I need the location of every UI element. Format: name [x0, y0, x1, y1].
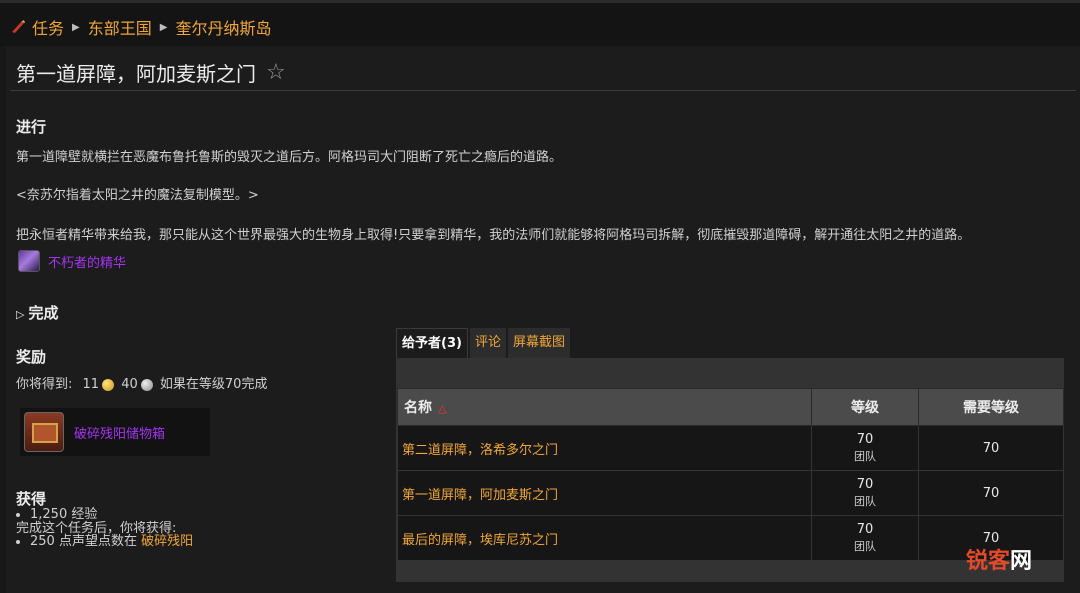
tab-comments[interactable]: 评论 — [469, 328, 506, 358]
progress-heading: 进行 — [16, 118, 47, 136]
progress-text-2: <奈苏尔指着太阳之井的魔法复制模型。> — [16, 188, 259, 203]
table-row: 最后的屏障，埃库尼苏之门 70 团队 70 — [397, 515, 1064, 561]
reward-condition: 如果在等级70完成 — [159, 377, 268, 392]
watermark-text: 锐客 — [965, 549, 1010, 574]
tab-bar: 给予者(3) 评论 屏幕截图 — [396, 328, 572, 359]
table-row: 第一道屏障，阿加麦斯之门 70 团队 70 — [397, 470, 1064, 516]
gold-amount: 11 — [82, 377, 100, 392]
breadcrumb-item-quests[interactable]: 任务 — [32, 15, 64, 39]
required-level: 70 — [918, 425, 1064, 471]
page-title: 第一道屏障，阿加麦斯之门 — [16, 62, 256, 86]
silver-amount: 40 — [121, 377, 138, 392]
table-row: 第二道屏障，洛希多尔之门 70 团队 70 — [397, 425, 1064, 471]
column-header-name-label: 名称 — [404, 400, 432, 416]
breadcrumb-item-queldanas[interactable]: 奎尔丹纳斯岛 — [175, 15, 271, 39]
level-value: 70 — [856, 477, 874, 492]
reward-money: 你将得到: 11 40 如果在等级70完成 — [16, 373, 267, 392]
breadcrumb-separator-icon: ▶ — [159, 21, 168, 33]
gain-text: 250 点声望点数在 — [30, 534, 137, 549]
progress-text-1: 第一道障壁就横拦在恶魔布鲁托鲁斯的毁灭之道后方。阿格玛司大门阻断了死亡之瘾后的道… — [16, 150, 563, 165]
level-value: 70 — [856, 522, 874, 537]
title-row: 第一道屏障，阿加麦斯之门 ☆ — [16, 58, 286, 87]
sort-up-icon: △ — [438, 402, 447, 415]
column-header-req-level[interactable]: 需要等级 — [918, 388, 1064, 426]
expand-triangle-icon: ▷ — [16, 308, 25, 321]
table-header-row: 名称 △ 等级 需要等级 — [397, 388, 1064, 426]
quest-name-link[interactable]: 第一道屏障，阿加麦斯之门 — [397, 470, 812, 516]
column-header-name[interactable]: 名称 △ — [397, 388, 812, 426]
quest-type: 团队 — [854, 540, 876, 553]
reward-item-link[interactable]: 破碎残阳储物箱 — [74, 423, 165, 442]
quest-level: 70 团队 — [811, 470, 919, 516]
quest-scroll-icon — [12, 20, 25, 33]
reward-item[interactable]: 破碎残阳储物箱 — [20, 408, 210, 456]
chest-icon — [24, 412, 64, 452]
gains-list: 1,250 经验 250 点声望点数在 破碎残阳 — [16, 503, 193, 557]
list-item: 1,250 经验 — [30, 503, 193, 522]
progress-text-3: 把永恒者精华带来给我，那只能从这个世界最强大的生物身上取得!只要拿到精华，我的法… — [16, 228, 971, 243]
faction-link[interactable]: 破碎残阳 — [141, 534, 193, 549]
required-item-link[interactable]: 不朽者的精华 — [48, 252, 126, 271]
essence-icon — [18, 250, 40, 272]
quest-level: 70 团队 — [811, 425, 919, 471]
list-item: 250 点声望点数在 破碎残阳 — [30, 530, 193, 549]
required-item[interactable]: 不朽者的精华 — [18, 250, 126, 272]
watermark-text-suffix: 网 — [1009, 549, 1032, 574]
quest-type: 团队 — [854, 495, 876, 508]
level-value: 70 — [856, 432, 874, 447]
watermark-logo: 锐客网 — [966, 543, 1032, 575]
star-icon[interactable]: ☆ — [266, 60, 286, 85]
reward-receive-label: 你将得到: — [16, 377, 73, 392]
gold-coin-icon — [102, 378, 115, 391]
givers-table-panel: 名称 △ 等级 需要等级 第二道屏障，洛希多尔之门 70 团队 70 第一道屏障，阿… — [396, 358, 1064, 582]
gain-text: 1,250 经验 — [30, 507, 98, 522]
completion-heading: 完成 — [28, 304, 59, 322]
breadcrumb: 任务 ▶ 东部王国 ▶ 奎尔丹纳斯岛 — [10, 15, 271, 39]
column-header-level[interactable]: 等级 — [811, 388, 919, 426]
rewards-heading: 奖励 — [16, 348, 47, 366]
quest-name-link[interactable]: 第二道屏障，洛希多尔之门 — [397, 425, 812, 471]
quest-level: 70 团队 — [811, 515, 919, 561]
required-level: 70 — [918, 470, 1064, 516]
divider — [10, 90, 1076, 91]
tab-givers[interactable]: 给予者(3) — [396, 328, 468, 359]
tab-screenshots[interactable]: 屏幕截图 — [507, 328, 570, 358]
breadcrumb-item-eastern-kingdoms[interactable]: 东部王国 — [88, 15, 152, 39]
quest-name-link[interactable]: 最后的屏障，埃库尼苏之门 — [397, 515, 812, 561]
completion-toggle[interactable]: ▷ 完成 — [16, 302, 58, 323]
breadcrumb-separator-icon: ▶ — [72, 21, 80, 33]
breadcrumb-bar: 任务 ▶ 东部王国 ▶ 奎尔丹纳斯岛 — [0, 0, 1080, 46]
givers-table: 名称 △ 等级 需要等级 第二道屏障，洛希多尔之门 70 团队 70 第一道屏障，阿… — [397, 388, 1064, 561]
silver-coin-icon — [140, 378, 153, 391]
quest-type: 团队 — [854, 450, 876, 463]
